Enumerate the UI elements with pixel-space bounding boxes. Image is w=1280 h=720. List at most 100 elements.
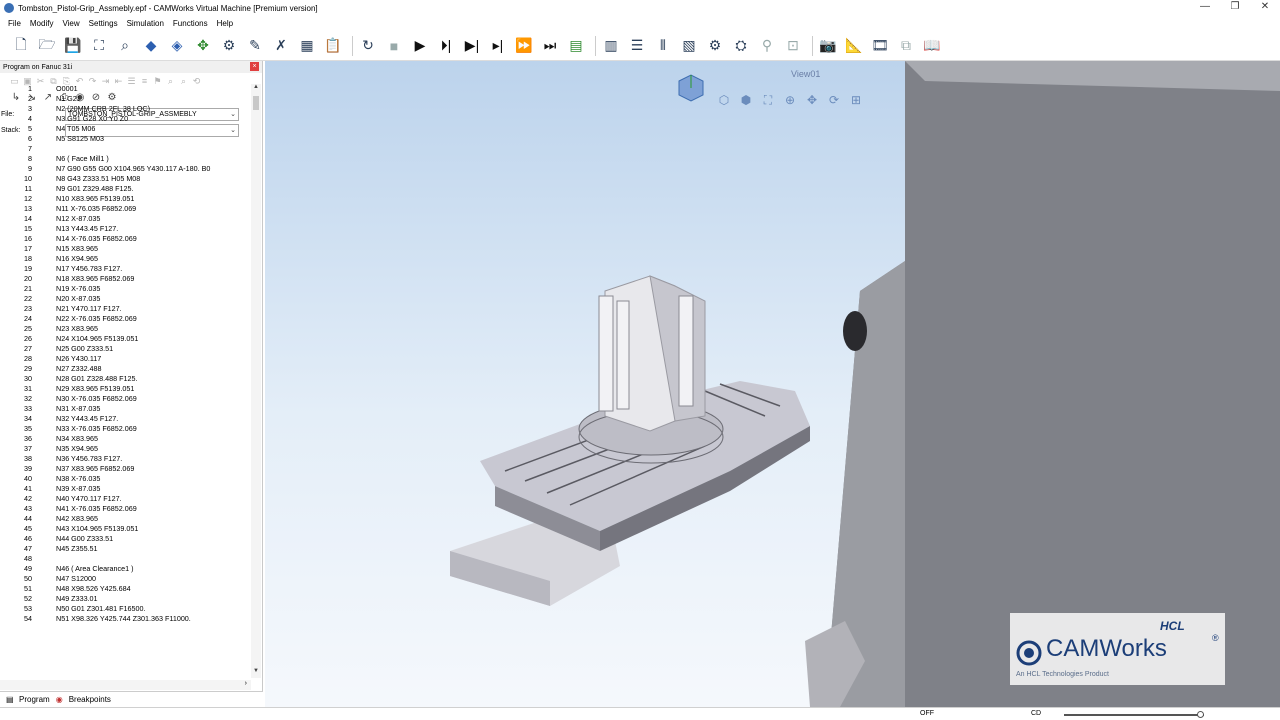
code-line[interactable]: 12 N10 X83.965 F5139.051 [0, 194, 250, 204]
program-window-icon[interactable]: ▥ [600, 35, 622, 57]
code-line[interactable]: 13 N11 X-76.035 F6852.069 [0, 204, 250, 214]
code-line[interactable]: 23 N21 Y470.117 F127. [0, 304, 250, 314]
code-line[interactable]: 15 N13 Y443.45 F127. [0, 224, 250, 234]
save-icon[interactable]: 💾 [62, 35, 84, 57]
code-line[interactable]: 39 N37 X83.965 F6852.069 [0, 464, 250, 474]
menu-modify[interactable]: Modify [30, 19, 54, 28]
code-line[interactable]: 27 N25 G00 Z333.51 [0, 344, 250, 354]
code-line[interactable]: 10 N8 G43 Z333.51 H05 M08 [0, 174, 250, 184]
tab-program[interactable]: ▤ Program [6, 695, 50, 704]
code-line[interactable]: 4 N3 G91 G28 X0 Y0 Z0 [0, 114, 250, 124]
tool-holder-icon[interactable]: ⚲ [756, 35, 778, 57]
reset-simulation-icon[interactable]: ↻ [357, 35, 379, 57]
code-line[interactable]: 1 O0001 [0, 84, 250, 94]
tab-breakpoints[interactable]: ◉ Breakpoints [56, 695, 111, 704]
machine-setup-icon[interactable]: ⚙ [218, 35, 240, 57]
code-line[interactable]: 9 N7 G90 G55 G00 X104.965 Y430.117 A-180.… [0, 164, 250, 174]
open-folder-icon[interactable]: 🗁 [36, 35, 58, 57]
code-line[interactable]: 46 N44 G00 Z333.51 [0, 534, 250, 544]
code-line[interactable]: 51 N48 X98.526 Y425.684 [0, 584, 250, 594]
fit-view-icon[interactable]: ⛶ [757, 93, 779, 108]
code-line[interactable]: 45 N43 X104.965 F5139.051 [0, 524, 250, 534]
code-line[interactable]: 7 [0, 144, 250, 154]
code-line[interactable]: 47 N45 Z355.51 [0, 544, 250, 554]
code-line[interactable]: 17 N15 X83.965 [0, 244, 250, 254]
camera-icon[interactable]: 📷 [817, 35, 839, 57]
code-line[interactable]: 43 N41 X-76.035 F6852.069 [0, 504, 250, 514]
rotate-view-icon[interactable]: ✥ [192, 35, 214, 57]
code-line[interactable]: 37 N35 X94.965 [0, 444, 250, 454]
fast-forward-icon[interactable]: ⏩ [513, 35, 535, 57]
code-line[interactable]: 33 N31 X-87.035 [0, 404, 250, 414]
step-over-icon[interactable]: ▶| [461, 35, 483, 57]
compare-icon[interactable]: ⧉ [895, 35, 917, 57]
nc-code-listing[interactable]: 1 O0001 2 N1 G21 3 N2 (20MM CRB 2FL 38 LOC) 4 N… [0, 84, 250, 678]
code-line[interactable]: 41 N39 X-87.035 [0, 484, 250, 494]
3d-viewport[interactable]: View01 ⬡ ⬢ ⛶ ⊕ ✥ ⟳ ⊞ HCL CAMWorks ® An H… [265, 61, 1280, 707]
code-line[interactable]: 8 N6 ( Face Mill1 ) [0, 154, 250, 164]
code-line[interactable]: 38 N36 Y456.783 F127. [0, 454, 250, 464]
view-iso-icon[interactable]: ⬢ [735, 93, 757, 108]
list-window-icon[interactable]: ☰ [626, 35, 648, 57]
code-line[interactable]: 40 N38 X-76.035 [0, 474, 250, 484]
code-line[interactable]: 49 N46 ( Area Clearance1 ) [0, 564, 250, 574]
menu-settings[interactable]: Settings [89, 19, 118, 28]
new-file-icon[interactable]: 🗋 [10, 35, 32, 57]
collision-icon[interactable]: ⛭ [730, 35, 752, 57]
code-line[interactable]: 3 N2 (20MM CRB 2FL 38 LOC) [0, 104, 250, 114]
pan-icon[interactable]: ✥ [801, 93, 823, 108]
data-window-icon[interactable]: ▧ [678, 35, 700, 57]
console-icon[interactable]: ⊡ [782, 35, 804, 57]
maximize-button[interactable]: ❐ [1220, 0, 1250, 16]
code-line[interactable]: 44 N42 X83.965 [0, 514, 250, 524]
zoom-in-icon[interactable]: ⊕ [779, 93, 801, 108]
pencil-icon[interactable]: ✎ [244, 35, 266, 57]
code-line[interactable]: 48 [0, 554, 250, 564]
code-line[interactable]: 26 N24 X104.965 F5139.051 [0, 334, 250, 344]
clipboard-icon[interactable]: 📋 [322, 35, 344, 57]
rotate-icon[interactable]: ⟳ [823, 93, 845, 108]
code-line[interactable]: 11 N9 G01 Z329.488 F125. [0, 184, 250, 194]
zoom-window-icon[interactable]: ⌕ [114, 35, 136, 57]
view-front-icon[interactable]: ⬡ [713, 93, 735, 108]
menu-functions[interactable]: Functions [173, 19, 208, 28]
run-to-end-icon[interactable]: ⏭ [539, 35, 561, 57]
scroll-thumb[interactable] [253, 96, 259, 110]
stop-icon[interactable]: ■ [383, 35, 405, 57]
horizontal-scrollbar[interactable]: › [0, 680, 251, 690]
code-line[interactable]: 5 N4 T05 M06 [0, 124, 250, 134]
measure-icon[interactable]: 📐 [843, 35, 865, 57]
code-line[interactable]: 29 N27 Z332.488 [0, 364, 250, 374]
video-icon[interactable]: 🎞 [869, 35, 891, 57]
code-line[interactable]: 24 N22 X-76.035 F6852.069 [0, 314, 250, 324]
code-line[interactable]: 22 N20 X-87.035 [0, 294, 250, 304]
scroll-down-icon[interactable]: ▼ [251, 668, 261, 678]
menu-view[interactable]: View [62, 19, 79, 28]
code-line[interactable]: 32 N30 X-76.035 F6852.069 [0, 394, 250, 404]
code-line[interactable]: 20 N18 X83.965 F6852.069 [0, 274, 250, 284]
code-line[interactable]: 16 N14 X-76.035 F6852.069 [0, 234, 250, 244]
menu-file[interactable]: File [8, 19, 21, 28]
code-line[interactable]: 19 N17 Y456.783 F127. [0, 264, 250, 274]
code-line[interactable]: 34 N32 Y443.45 F127. [0, 414, 250, 424]
code-line[interactable]: 25 N23 X83.965 [0, 324, 250, 334]
view-cube-icon[interactable]: ◆ [140, 35, 162, 57]
code-line[interactable]: 31 N29 X83.965 F5139.051 [0, 384, 250, 394]
axes-window-icon[interactable]: ⫴ [652, 35, 674, 57]
code-line[interactable]: 53 N50 G01 Z301.481 F16500. [0, 604, 250, 614]
code-line[interactable]: 54 N51 X98.326 Y425.744 Z301.363 F11000. [0, 614, 250, 624]
code-line[interactable]: 6 N5 S8125 M03 [0, 134, 250, 144]
speed-slider-track[interactable] [1064, 714, 1204, 716]
tools-icon[interactable]: ✗ [270, 35, 292, 57]
step-icon[interactable]: ⏵| [435, 35, 457, 57]
code-line[interactable]: 18 N16 X94.965 [0, 254, 250, 264]
vertical-scrollbar[interactable]: ▲ ▼ [251, 84, 261, 678]
menu-simulation[interactable]: Simulation [127, 19, 164, 28]
code-line[interactable]: 52 N49 Z333.01 [0, 594, 250, 604]
play-icon[interactable]: ▶ [409, 35, 431, 57]
code-line[interactable]: 30 N28 G01 Z328.488 F125. [0, 374, 250, 384]
book-icon[interactable]: 📖 [921, 35, 943, 57]
minimize-button[interactable]: — [1190, 0, 1220, 16]
panel-close-button[interactable]: × [250, 62, 259, 71]
code-line[interactable]: 35 N33 X-76.035 F6852.069 [0, 424, 250, 434]
